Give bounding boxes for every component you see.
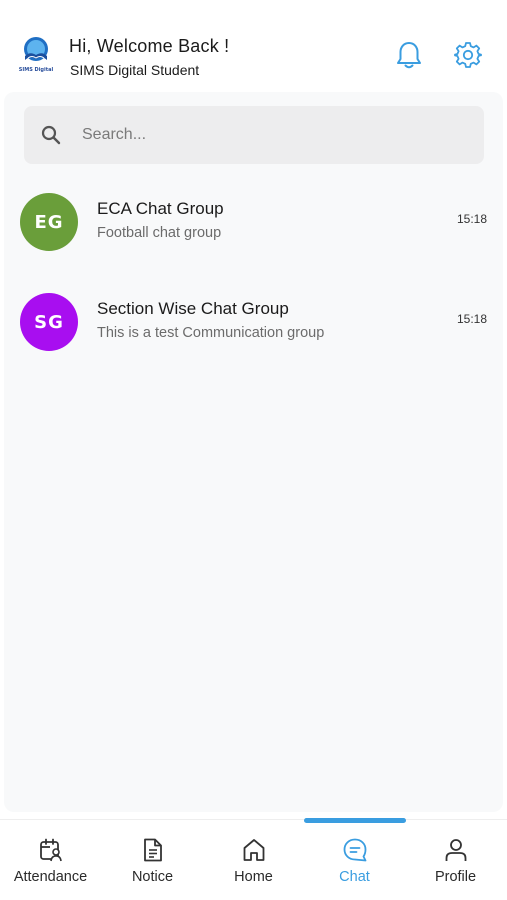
chat-list-item[interactable]: EG ECA Chat Group Football chat group 15… [4, 177, 503, 267]
chat-name: ECA Chat Group [97, 199, 224, 218]
nav-label: Attendance [13, 869, 88, 885]
nav-label: Notice [131, 869, 174, 885]
search-input[interactable] [82, 120, 462, 150]
bottom-navigation: Attendance Notice Home Chat Profile [0, 818, 507, 900]
nav-tab-profile[interactable]: Profile [405, 820, 506, 900]
calendar-person-icon [39, 838, 62, 862]
nav-label: Chat [339, 869, 370, 885]
nav-label: Home [234, 869, 273, 885]
welcome-greeting: Hi, Welcome Back ! [69, 36, 230, 56]
chat-preview: This is a test Communication group [97, 325, 325, 341]
notifications-button[interactable] [394, 40, 424, 70]
person-icon [445, 839, 466, 861]
search-bar[interactable] [24, 106, 484, 164]
nav-tab-chat[interactable]: Chat [304, 820, 405, 900]
app-header: SIMS Digital Hi, Welcome Back ! SIMS Dig… [0, 0, 507, 92]
logo-text: SIMS Digital [18, 67, 54, 73]
nav-tab-notice[interactable]: Notice [102, 820, 203, 900]
search-icon [41, 125, 61, 145]
chat-name: Section Wise Chat Group [97, 299, 289, 318]
document-icon [143, 838, 162, 862]
chat-preview: Football chat group [97, 225, 222, 241]
user-role-subtitle: SIMS Digital Student [70, 62, 200, 78]
home-icon [243, 839, 264, 861]
nav-label: Profile [434, 869, 477, 885]
chat-list-item[interactable]: SG Section Wise Chat Group This is a tes… [4, 277, 503, 367]
chat-icon [343, 838, 366, 862]
nav-tab-home[interactable]: Home [203, 820, 304, 900]
gear-icon [454, 42, 482, 68]
bell-icon [397, 42, 421, 69]
chat-avatar: SG [20, 293, 78, 351]
chat-time: 15:18 [456, 312, 487, 326]
school-logo: SIMS Digital [18, 36, 54, 76]
chat-time: 15:18 [456, 212, 487, 226]
nav-tab-attendance[interactable]: Attendance [0, 820, 101, 900]
settings-button[interactable] [453, 40, 483, 70]
chat-avatar: EG [20, 193, 78, 251]
